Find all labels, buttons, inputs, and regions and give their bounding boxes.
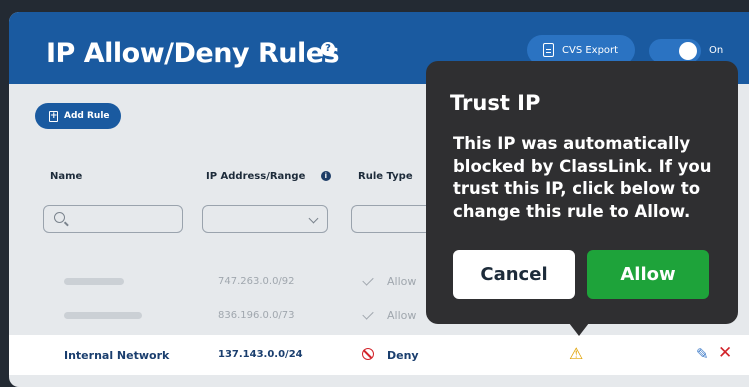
ip-cell: 836.196.0.0/73 xyxy=(218,310,295,321)
warning-icon[interactable]: ⚠ xyxy=(569,344,583,363)
document-icon xyxy=(543,43,554,57)
on-off-toggle[interactable] xyxy=(649,39,701,63)
check-icon xyxy=(362,274,374,286)
name-placeholder xyxy=(64,278,124,285)
rule-type-label: Allow xyxy=(387,309,417,322)
name-cell: Internal Network xyxy=(64,349,170,362)
toggle-label: On xyxy=(709,45,724,56)
check-icon xyxy=(362,308,374,320)
cancel-button[interactable]: Cancel xyxy=(453,250,575,299)
name-placeholder xyxy=(64,312,142,319)
ip-cell: 747.263.0.0/92 xyxy=(218,276,295,287)
rule-type-label: Allow xyxy=(387,275,417,288)
search-icon xyxy=(54,212,65,223)
delete-icon[interactable]: ✕ xyxy=(718,343,732,363)
popover-title: Trust IP xyxy=(450,91,541,115)
table-row-highlighted[interactable]: Internal Network 137.143.0.0/24 Deny ⚠ ✎… xyxy=(9,335,749,375)
column-header-ip[interactable]: IP Address/Range i xyxy=(206,171,331,182)
trust-ip-popover: Trust IP This IP was automatically block… xyxy=(426,61,738,324)
info-icon[interactable]: i xyxy=(320,171,331,181)
ip-cell: 137.143.0.0/24 xyxy=(218,349,303,360)
column-header-rule-type[interactable]: Rule Type xyxy=(358,171,413,182)
page-title: IP Allow/Deny Rules xyxy=(46,38,340,69)
toggle-knob xyxy=(679,42,697,60)
deny-icon xyxy=(362,348,374,360)
edit-icon[interactable]: ✎ xyxy=(696,345,709,363)
rule-type-cell: Allow xyxy=(361,274,417,288)
allow-button[interactable]: Allow xyxy=(587,250,709,299)
rule-type-label: Deny xyxy=(387,349,419,362)
name-search-input[interactable] xyxy=(43,205,183,233)
ip-filter-select[interactable] xyxy=(202,205,328,233)
column-header-name[interactable]: Name xyxy=(50,171,82,182)
rule-type-cell: Allow xyxy=(361,308,417,322)
add-file-icon: + xyxy=(49,110,58,122)
column-header-ip-label: IP Address/Range xyxy=(206,171,306,182)
help-icon[interactable]: ? xyxy=(321,42,335,56)
chevron-down-icon xyxy=(308,213,319,224)
add-rule-button[interactable]: + Add Rule xyxy=(35,103,121,129)
popover-message: This IP was automatically blocked by Cla… xyxy=(453,134,712,221)
cvs-export-label: CVS Export xyxy=(562,44,619,56)
popover-arrow xyxy=(569,323,589,336)
add-rule-label: Add Rule xyxy=(64,111,110,121)
